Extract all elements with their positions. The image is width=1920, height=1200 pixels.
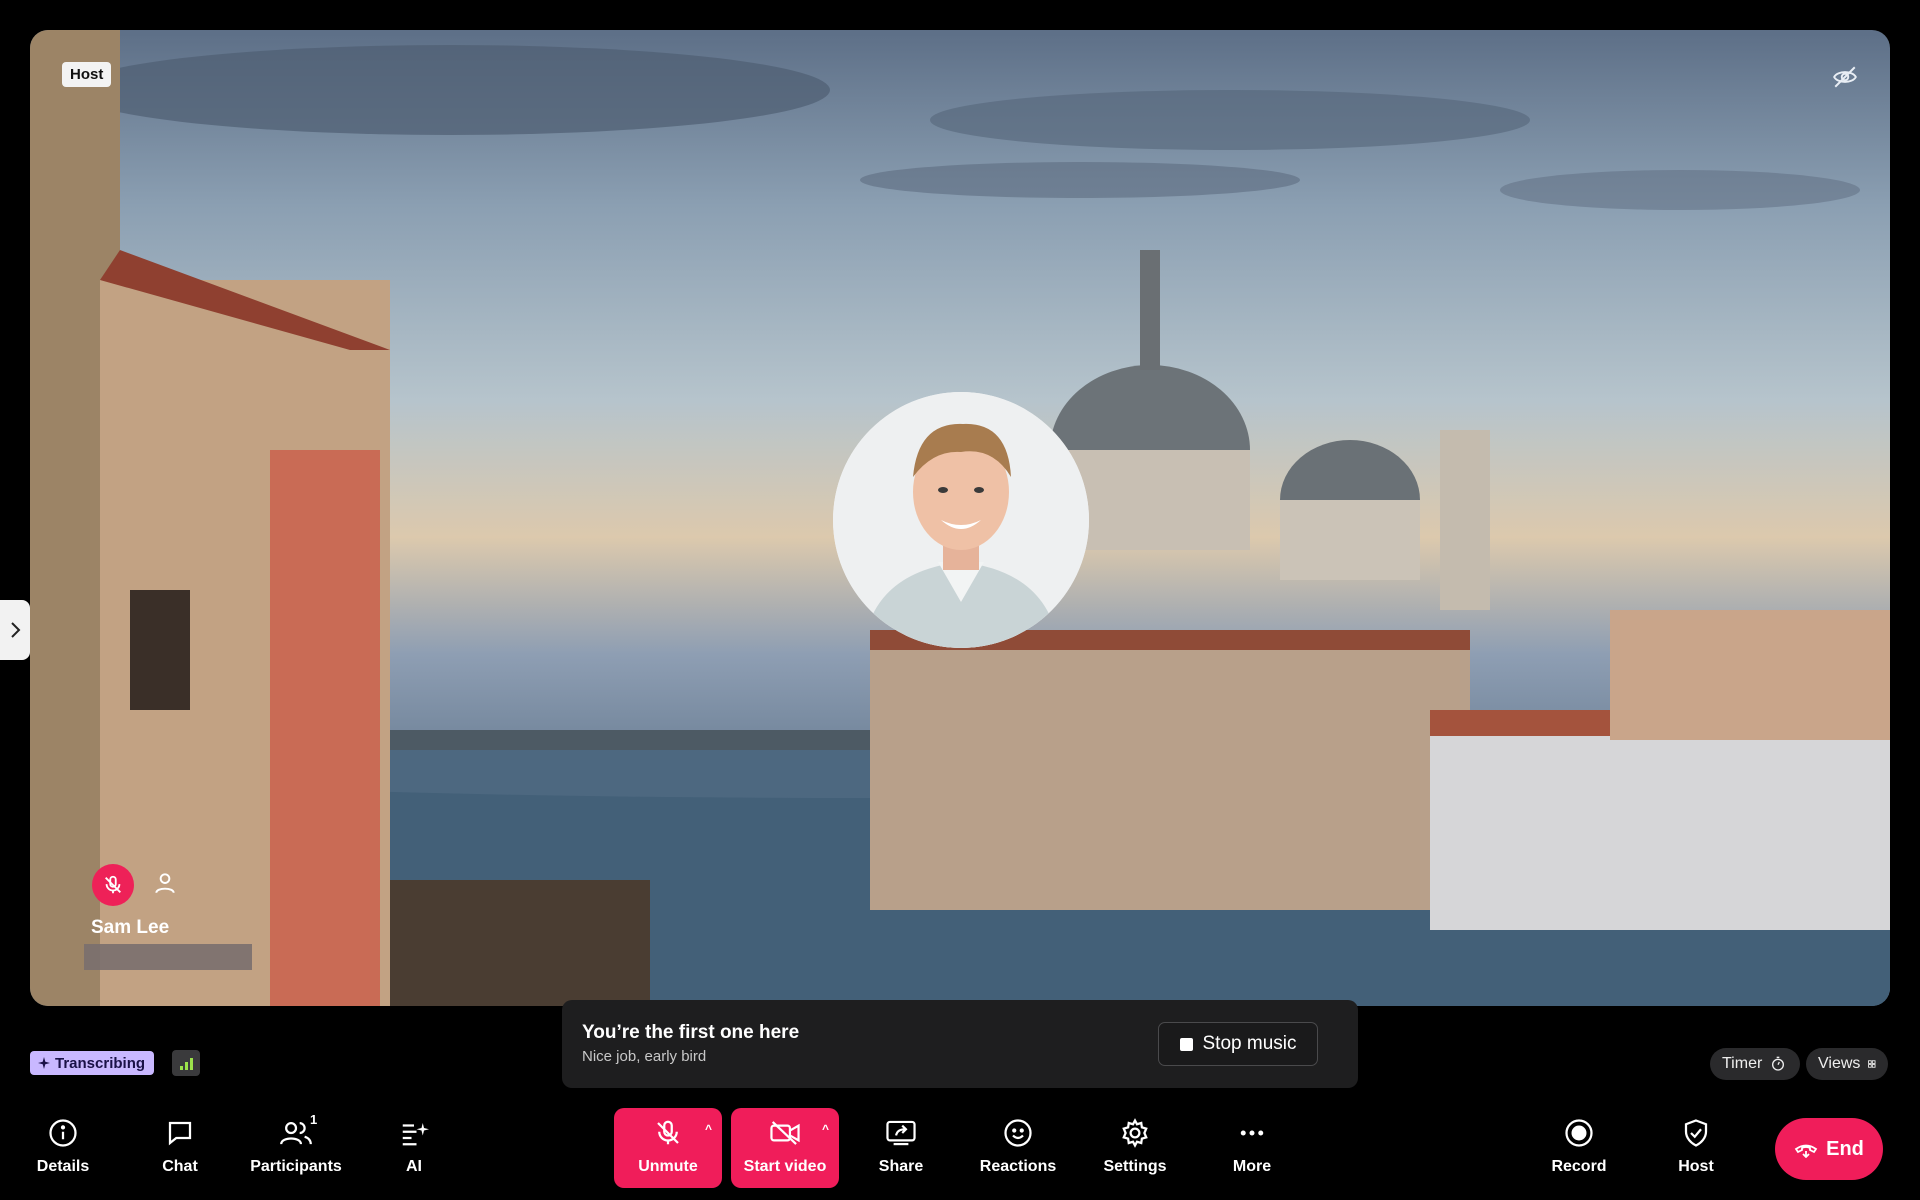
host-tag: Host <box>62 62 112 87</box>
ai-label: AI <box>406 1158 422 1175</box>
unmute-options-chevron-icon[interactable]: ^ <box>705 1122 712 1136</box>
unmute-label: Unmute <box>638 1158 698 1175</box>
end-label: End <box>1826 1137 1864 1160</box>
reactions-label: Reactions <box>979 1158 1057 1175</box>
stop-music-label: Stop music <box>1202 1033 1297 1054</box>
toast-title: You’re the first one here <box>582 1022 800 1043</box>
avatar-portrait-icon <box>833 392 1089 648</box>
participant-avatar <box>833 392 1089 648</box>
chevron-right-icon <box>11 622 21 638</box>
person-icon <box>155 873 175 894</box>
timer-label: Timer <box>1722 1055 1763 1072</box>
chat-label: Chat <box>162 1158 198 1175</box>
transcribing-label: Transcribing <box>55 1054 146 1072</box>
stop-music-button[interactable]: Stop music <box>1158 1022 1318 1066</box>
hang-up-icon <box>1794 1144 1818 1158</box>
video-options-chevron-icon[interactable]: ^ <box>822 1122 829 1136</box>
side-panel-toggle[interactable] <box>0 600 30 660</box>
record-button[interactable]: Record <box>1539 1108 1619 1188</box>
ai-button[interactable]: AI <box>384 1108 444 1188</box>
transcribing-badge[interactable]: Transcribing <box>30 1051 155 1075</box>
sparkle-icon <box>38 1057 50 1069</box>
participant-name: Sam Lee <box>91 917 170 938</box>
share-button[interactable]: Share <box>861 1108 941 1188</box>
stop-icon <box>1179 1037 1193 1051</box>
details-button[interactable]: Details <box>22 1108 104 1188</box>
participants-count: 1 <box>310 1112 318 1127</box>
unmute-button[interactable]: ^ Unmute <box>614 1108 722 1188</box>
ellipsis-icon <box>1240 1130 1264 1136</box>
more-button[interactable]: More <box>1212 1108 1292 1188</box>
name-redaction-bar <box>84 944 252 970</box>
mic-off-icon <box>657 1120 679 1145</box>
participants-icon <box>280 1122 312 1145</box>
record-label: Record <box>1551 1158 1607 1175</box>
settings-button[interactable]: Settings <box>1095 1108 1175 1188</box>
connection-signal-icon[interactable] <box>172 1050 200 1076</box>
info-icon <box>49 1119 77 1147</box>
details-label: Details <box>36 1158 90 1175</box>
first-one-here-toast: You’re the first one here Nice job, earl… <box>562 1000 1358 1088</box>
settings-label: Settings <box>1103 1158 1167 1175</box>
start-video-button[interactable]: ^ Start video <box>731 1108 839 1188</box>
views-label: Views <box>1818 1055 1861 1072</box>
smiley-icon <box>1004 1119 1032 1147</box>
views-button[interactable]: Views <box>1806 1048 1888 1080</box>
share-label: Share <box>878 1158 924 1175</box>
end-call-button[interactable]: End <box>1775 1118 1883 1180</box>
mic-off-icon <box>105 875 121 894</box>
video-stage: Host Sam Lee <box>30 30 1890 1006</box>
chat-button[interactable]: Chat <box>140 1108 220 1188</box>
share-screen-icon <box>886 1120 916 1146</box>
participants-label: Participants <box>250 1158 342 1175</box>
reactions-button[interactable]: Reactions <box>968 1108 1068 1188</box>
start-video-label: Start video <box>743 1158 827 1175</box>
stopwatch-icon <box>1772 1056 1785 1071</box>
grid-icon <box>1868 1060 1876 1068</box>
hide-self-view-icon[interactable] <box>1832 64 1858 90</box>
participants-button[interactable]: 1 Participants <box>244 1108 348 1188</box>
participant-muted-indicator <box>92 864 134 906</box>
more-label: More <box>1232 1158 1272 1175</box>
chat-bubble-icon <box>168 1121 192 1146</box>
video-off-icon <box>770 1121 800 1145</box>
ai-sparkle-list-icon <box>402 1123 429 1146</box>
timer-button[interactable]: Timer <box>1710 1048 1800 1080</box>
shield-check-icon <box>1684 1119 1708 1147</box>
host-button[interactable]: Host <box>1656 1108 1736 1188</box>
toast-subtitle: Nice job, early bird <box>582 1048 707 1065</box>
gear-icon <box>1122 1118 1148 1148</box>
host-label: Host <box>1678 1158 1714 1175</box>
record-icon <box>1565 1119 1593 1147</box>
